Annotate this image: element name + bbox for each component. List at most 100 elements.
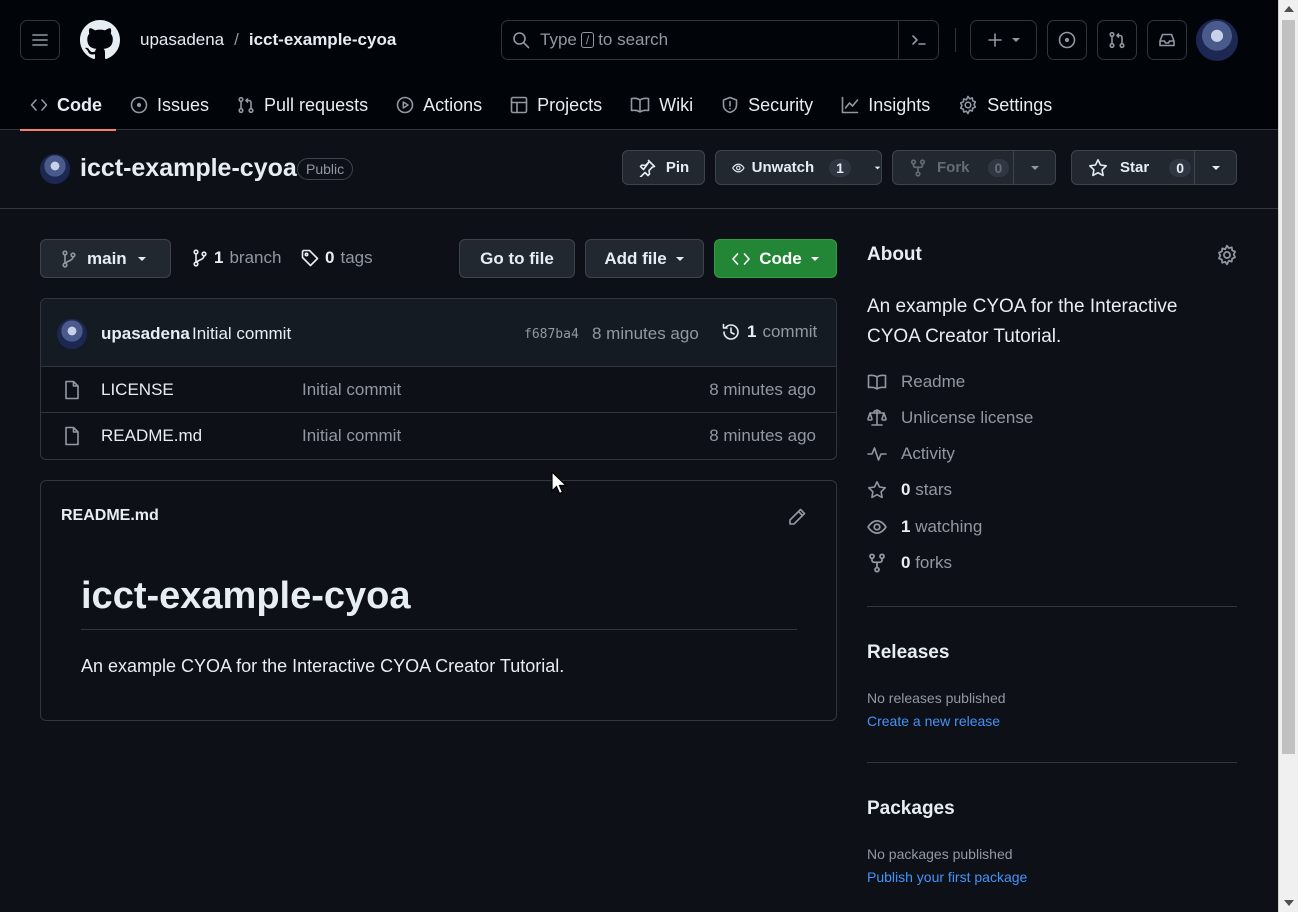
tab-settings[interactable]: Settings: [944, 80, 1066, 130]
tab-security[interactable]: Security: [707, 80, 827, 130]
license-link[interactable]: Unlicense license: [867, 408, 1033, 428]
star-button[interactable]: Star 0: [1071, 150, 1195, 185]
repo-title[interactable]: icct-example-cyoa: [80, 154, 297, 183]
releases-heading[interactable]: Releases: [867, 642, 949, 664]
activity-link[interactable]: Activity: [867, 444, 955, 464]
code-icon: [30, 99, 48, 111]
tab-actions[interactable]: Actions: [382, 80, 496, 130]
fork-options-button[interactable]: [1013, 150, 1056, 185]
watching-label: watching: [915, 517, 983, 536]
create-release-link[interactable]: Create a new release: [867, 713, 1000, 729]
notifications-button[interactable]: [1147, 20, 1187, 60]
scroll-down-arrow-icon[interactable]: [1284, 900, 1294, 906]
page-scrollbar[interactable]: [1278, 0, 1298, 912]
readme-file-link[interactable]: README.md: [61, 507, 159, 525]
tab-insights[interactable]: Insights: [827, 80, 944, 130]
gear-icon: [960, 95, 977, 115]
publish-package-link[interactable]: Publish your first package: [867, 869, 1027, 885]
play-icon: [396, 96, 414, 114]
hamburger-icon: [32, 34, 48, 46]
file-commit-message[interactable]: Initial commit: [302, 426, 401, 446]
breadcrumb: upasadena / icct-example-cyoa: [140, 30, 396, 50]
branch-count: 1: [214, 248, 224, 267]
your-pull-requests-button[interactable]: [1097, 20, 1137, 60]
git-branch-icon: [193, 249, 207, 267]
header-divider: [955, 28, 956, 52]
command-palette-button[interactable]: [898, 21, 938, 59]
fork-button[interactable]: Fork 0: [892, 150, 1014, 185]
triangle-down-icon: [137, 256, 146, 261]
stars-label: stars: [915, 480, 953, 499]
tab-issues[interactable]: Issues: [116, 80, 223, 130]
tab-label: Pull requests: [264, 94, 369, 115]
tab-label: Projects: [537, 94, 603, 115]
star-icon: [1089, 158, 1107, 176]
code-clone-button[interactable]: Code: [714, 239, 837, 278]
fork-count: 0: [987, 158, 1010, 177]
repo-title-bar: icct-example-cyoa Public Pin Unwatch 1 F…: [0, 130, 1278, 209]
book-icon: [867, 374, 887, 390]
file-commit-message[interactable]: Initial commit: [302, 380, 401, 400]
search-shortcut-key: /: [580, 32, 595, 48]
github-logo-icon[interactable]: [80, 20, 120, 60]
triangle-down-icon: [874, 166, 881, 169]
tag-count-label: tags: [340, 248, 373, 267]
forks-link[interactable]: 0 forks: [867, 553, 952, 573]
table-icon: [510, 96, 528, 114]
tags-link[interactable]: 0 tags: [301, 248, 373, 268]
owner-avatar[interactable]: [40, 154, 70, 184]
tab-label: Wiki: [659, 94, 694, 115]
commit-hash-link[interactable]: f687ba4: [524, 327, 579, 342]
commit-history-link[interactable]: 1 commit: [721, 322, 817, 342]
branch-name: main: [87, 248, 127, 268]
commit-count-label: commit: [762, 322, 818, 341]
user-avatar[interactable]: [1196, 19, 1238, 61]
breadcrumb-owner-link[interactable]: upasadena: [140, 30, 224, 50]
breadcrumb-repo-link[interactable]: icct-example-cyoa: [249, 30, 396, 50]
shield-icon: [722, 96, 738, 114]
search-placeholder-suffix: to search: [598, 30, 669, 49]
create-new-button[interactable]: [970, 20, 1037, 60]
branch-select-button[interactable]: main: [40, 239, 171, 278]
your-issues-button[interactable]: [1047, 20, 1087, 60]
add-file-button[interactable]: Add file: [585, 239, 704, 278]
go-to-file-button[interactable]: Go to file: [459, 239, 575, 278]
file-name-link[interactable]: README.md: [101, 426, 202, 446]
readme-divider: [81, 629, 797, 630]
file-name-link[interactable]: LICENSE: [101, 380, 174, 400]
triangle-down-icon: [675, 256, 684, 261]
unwatch-button[interactable]: Unwatch 1: [715, 150, 882, 185]
tab-label: Settings: [987, 94, 1053, 115]
pencil-icon[interactable]: [787, 507, 807, 527]
triangle-down-icon: [1211, 165, 1220, 170]
forks-label: forks: [915, 553, 953, 572]
scrollbar-thumb[interactable]: [1282, 20, 1295, 754]
search-input[interactable]: Type / to search: [501, 20, 939, 60]
menu-button[interactable]: [20, 20, 60, 60]
tab-wiki[interactable]: Wiki: [616, 80, 707, 130]
scroll-up-arrow-icon[interactable]: [1284, 6, 1294, 12]
triangle-down-icon: [1011, 38, 1020, 42]
repo-forked-icon: [869, 553, 885, 573]
readme-link[interactable]: Readme: [867, 372, 965, 392]
commit-author-link[interactable]: upasadena: [101, 324, 190, 344]
commit-message-link[interactable]: Initial commit: [192, 324, 291, 344]
commit-author-avatar[interactable]: [57, 319, 87, 349]
gear-icon[interactable]: [1216, 244, 1238, 266]
law-icon: [867, 409, 887, 426]
git-branch-icon: [62, 249, 76, 268]
search-placeholder-prefix: Type: [540, 30, 577, 49]
packages-heading[interactable]: Packages: [867, 798, 955, 820]
tab-label: Actions: [423, 94, 483, 115]
pin-button[interactable]: Pin: [622, 150, 705, 185]
tab-pull-requests[interactable]: Pull requests: [223, 80, 382, 130]
stars-link[interactable]: 0 stars: [867, 480, 952, 500]
branches-link[interactable]: 1 branch: [192, 248, 281, 268]
eye-icon: [867, 520, 887, 534]
license-link-label: Unlicense license: [901, 408, 1034, 427]
fork-label: Fork: [937, 159, 970, 176]
tab-code[interactable]: Code: [0, 80, 116, 131]
tab-projects[interactable]: Projects: [496, 80, 616, 130]
watchers-link[interactable]: 1 watching: [867, 517, 982, 537]
star-lists-button[interactable]: [1194, 150, 1237, 185]
